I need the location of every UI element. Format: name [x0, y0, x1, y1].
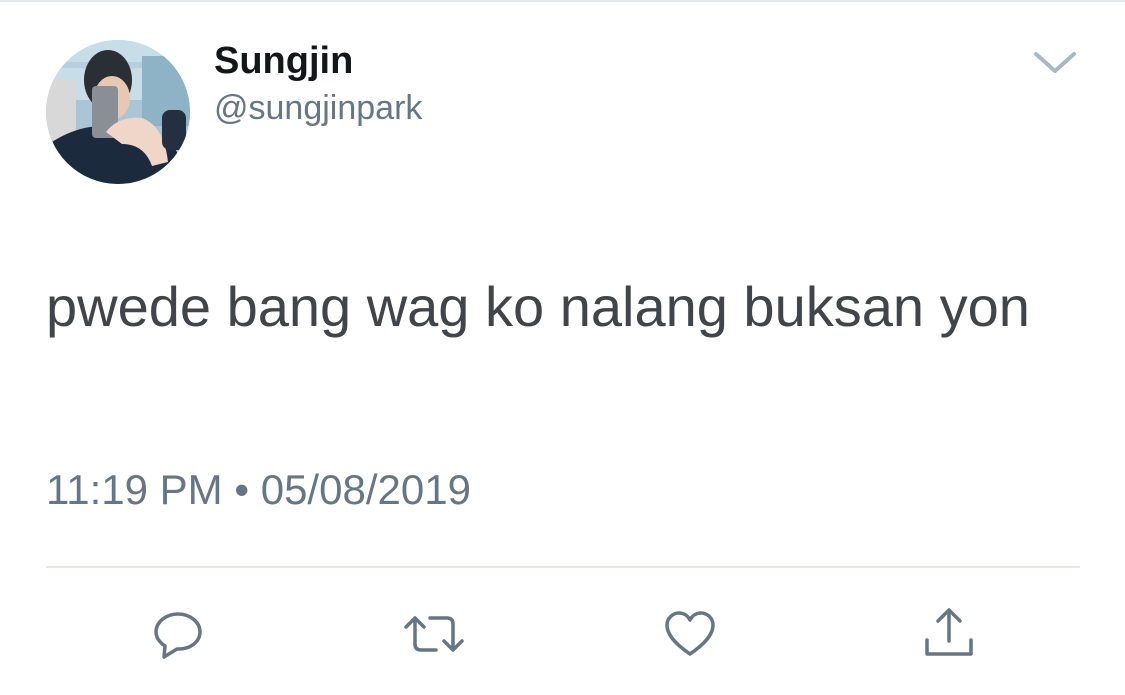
heart-icon — [665, 611, 715, 656]
chevron-down-icon[interactable] — [1030, 44, 1080, 80]
tweet-timestamp: 11:19 PM • 05/08/2019 — [46, 466, 471, 514]
display-name[interactable]: Sungjin — [214, 40, 353, 83]
retweet-button[interactable] — [402, 606, 466, 662]
user-handle[interactable]: @sungjinpark — [214, 89, 422, 128]
avatar[interactable] — [46, 40, 190, 184]
share-icon — [925, 608, 973, 656]
reply-button[interactable] — [150, 606, 206, 662]
share-button[interactable] — [921, 606, 977, 662]
like-button[interactable] — [662, 606, 718, 662]
tweet-time: 11:19 PM — [46, 466, 223, 513]
divider — [46, 566, 1080, 568]
reply-icon — [154, 612, 202, 659]
tweet-date: 05/08/2019 — [260, 466, 471, 513]
timestamp-separator: • — [234, 466, 250, 513]
retweet-icon — [404, 616, 464, 652]
top-border — [0, 0, 1125, 2]
tweet-text: pwede bang wag ko nalang buksan yon — [46, 275, 1030, 338]
